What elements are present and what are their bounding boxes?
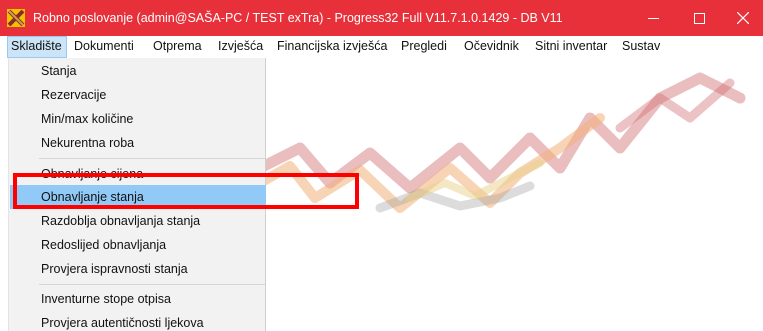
menu-izvjesca[interactable]: Izvješća bbox=[218, 36, 263, 58]
window-title: Robno poslovanje (admin@SAŠA-PC / TEST e… bbox=[33, 11, 563, 25]
menu-item-obnavljanje-cijena[interactable]: Obnavljanje cijena bbox=[10, 162, 266, 186]
menu-pregledi[interactable]: Pregledi bbox=[401, 36, 447, 58]
menu-dokumenti[interactable]: Dokumenti bbox=[74, 36, 134, 58]
menu-ocevidnik[interactable]: Očevidnik bbox=[464, 36, 519, 58]
menu-bar: Skladište Dokumenti Otprema Izvješća Fin… bbox=[0, 36, 763, 58]
menu-item-rezervacije[interactable]: Rezervacije bbox=[10, 83, 266, 107]
skladiste-dropdown-menu: Stanja Rezervacije Min/max količine Neku… bbox=[8, 58, 266, 331]
menu-item-min-max-kolicine[interactable]: Min/max količine bbox=[10, 107, 266, 131]
menu-item-stanja[interactable]: Stanja bbox=[10, 59, 266, 83]
maximize-icon bbox=[693, 12, 705, 24]
menu-item-provjera-autenticnosti-ljekova[interactable]: Provjera autentičnosti ljekova bbox=[10, 311, 266, 331]
title-bar: Robno poslovanje (admin@SAŠA-PC / TEST e… bbox=[0, 0, 763, 36]
close-button[interactable] bbox=[722, 0, 763, 36]
menu-otprema[interactable]: Otprema bbox=[153, 36, 202, 58]
menu-item-provjera-ispravnosti-stanja[interactable]: Provjera ispravnosti stanja bbox=[10, 257, 266, 281]
background-ribbon-art bbox=[260, 72, 746, 213]
maximize-button[interactable] bbox=[676, 0, 722, 36]
menu-item-razdoblja-obnavljanja-stanja[interactable]: Razdoblja obnavljanja stanja bbox=[10, 209, 266, 233]
app-window: Robno poslovanje (admin@SAŠA-PC / TEST e… bbox=[0, 0, 763, 331]
menu-sitni-inventar[interactable]: Sitni inventar bbox=[535, 36, 607, 58]
menu-financijska-izvjesca[interactable]: Financijska izvješća bbox=[277, 36, 387, 58]
app-logo-icon bbox=[7, 9, 25, 27]
menu-separator bbox=[39, 158, 265, 159]
menu-item-redoslijed-obnavljanja[interactable]: Redoslijed obnavljanja bbox=[10, 233, 266, 257]
menu-skladiste[interactable]: Skladište bbox=[7, 36, 67, 58]
menu-item-inventurne-stope-otpisa[interactable]: Inventurne stope otpisa bbox=[10, 287, 266, 311]
menu-sustav[interactable]: Sustav bbox=[622, 36, 660, 58]
menu-separator bbox=[39, 284, 265, 285]
menu-item-nekurentna-roba[interactable]: Nekurentna roba bbox=[10, 131, 266, 155]
minimize-button[interactable] bbox=[630, 0, 676, 36]
menu-item-obnavljanje-stanja[interactable]: Obnavljanje stanja bbox=[10, 185, 266, 209]
minimize-icon bbox=[647, 17, 659, 19]
close-icon bbox=[736, 12, 749, 24]
